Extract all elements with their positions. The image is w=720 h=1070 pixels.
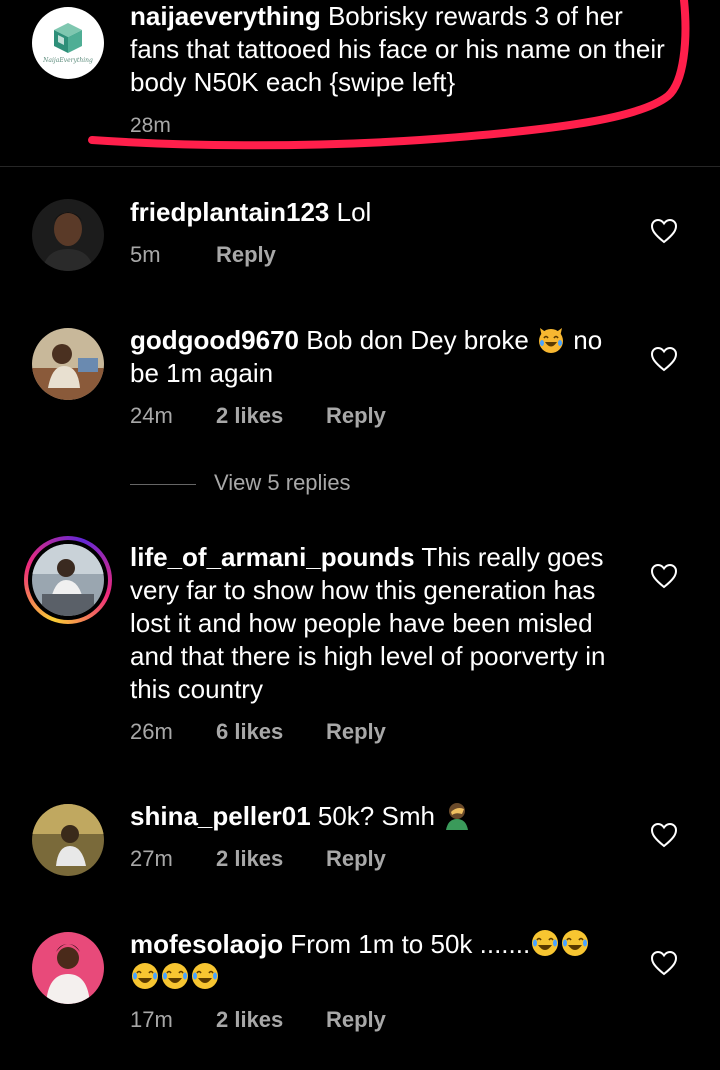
comment-username[interactable]: godgood9670 (130, 325, 299, 355)
comment-time: 17m (130, 1007, 173, 1032)
comment-body: Bob don Dey broke (299, 325, 537, 355)
likes-count[interactable]: 6 likes (216, 719, 326, 745)
likes-count[interactable]: 2 likes (216, 846, 326, 872)
avatar[interactable] (32, 804, 104, 876)
comment-body: 50k? Smh (310, 801, 443, 831)
joy-emoji (162, 963, 188, 989)
avatar[interactable] (32, 544, 104, 616)
view-replies-line (130, 484, 196, 485)
facepalm-emoji (446, 803, 469, 830)
divider (0, 166, 720, 167)
heart-outline-icon[interactable] (650, 950, 678, 976)
comment-body: Lol (329, 197, 372, 227)
reply-button[interactable]: Reply (326, 1007, 386, 1033)
comment-body: From 1m to 50k ....... (283, 929, 531, 959)
comment-text: mofesolaojo From 1m to 50k ....... (130, 928, 620, 994)
joy-emoji (562, 930, 589, 956)
avatar[interactable] (32, 932, 104, 1004)
comment-text: friedplantain123 Lol (130, 196, 620, 229)
view-replies-label: View 5 replies (214, 470, 351, 495)
caption-avatar[interactable]: NaijaEverything (32, 7, 104, 79)
comment-time: 27m (130, 846, 173, 871)
avatar-photo (32, 804, 104, 876)
logo-cube-icon (54, 23, 82, 53)
comment-text: shina_peller01 50k? Smh (130, 800, 620, 833)
avatar-photo (32, 328, 104, 400)
heart-outline-icon[interactable] (650, 346, 678, 372)
caption-time: 28m (130, 114, 171, 137)
avatar[interactable] (32, 199, 104, 271)
comment-meta: 27m 2 likes Reply (130, 846, 386, 872)
avatar[interactable] (32, 328, 104, 400)
avatar-photo (32, 932, 104, 1004)
comment-username[interactable]: friedplantain123 (130, 197, 329, 227)
cat-laughing-emoji (539, 328, 564, 353)
avatar-photo (32, 199, 104, 271)
caption-username[interactable]: naijaeverything (130, 1, 321, 31)
comment-time: 24m (130, 403, 173, 428)
comment-time: 26m (130, 719, 173, 744)
heart-outline-icon[interactable] (650, 822, 678, 848)
reply-button[interactable]: Reply (326, 403, 386, 429)
avatar-photo (32, 544, 104, 616)
logo-text: NaijaEverything (43, 57, 93, 64)
likes-count[interactable]: 2 likes (216, 403, 326, 429)
heart-outline-icon[interactable] (650, 563, 678, 589)
comment-username[interactable]: shina_peller01 (130, 801, 311, 831)
reply-button[interactable]: Reply (326, 846, 386, 872)
comment-username[interactable]: life_of_armani_pounds (130, 542, 415, 572)
post-caption: NaijaEverything naijaeverything Bobrisky… (0, 0, 720, 166)
joy-emoji (132, 963, 158, 989)
comment-text: godgood9670 Bob don Dey broke no be 1m a… (130, 324, 620, 390)
comment-time: 5m (130, 242, 161, 267)
caption-text: naijaeverything Bobrisky rewards 3 of he… (130, 0, 670, 99)
comment-text: life_of_armani_pounds This really goes v… (130, 541, 620, 706)
heart-outline-icon[interactable] (650, 218, 678, 244)
reply-button[interactable]: Reply (326, 719, 386, 745)
comment-meta: 24m 2 likes Reply (130, 403, 386, 429)
comment-meta: 26m 6 likes Reply (130, 719, 386, 745)
likes-count[interactable]: 2 likes (216, 1007, 326, 1033)
comment-username[interactable]: mofesolaojo (130, 929, 283, 959)
joy-emoji (532, 930, 559, 956)
joy-emoji (192, 963, 218, 989)
comment-meta: 17m 2 likes Reply (130, 1007, 386, 1033)
reply-button[interactable]: Reply (216, 242, 276, 268)
comment-meta: 5m Reply (130, 242, 276, 268)
